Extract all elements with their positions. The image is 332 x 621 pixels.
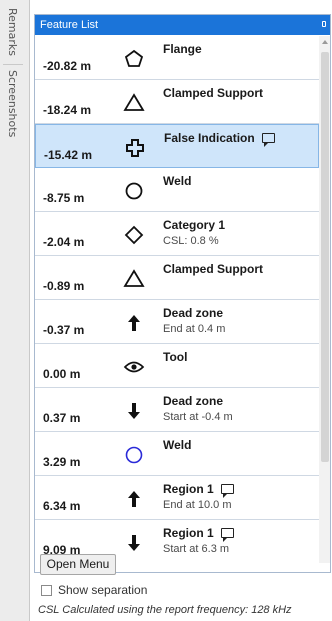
feature-position: -15.42 m bbox=[44, 148, 93, 162]
feature-title-text: Clamped Support bbox=[163, 86, 264, 100]
feature-position: -20.82 m bbox=[43, 59, 92, 73]
csl-note: CSL Calculated using the report frequenc… bbox=[38, 604, 292, 616]
feature-row[interactable]: 0.37 m Dead zone Start at -0.4 m bbox=[35, 388, 319, 432]
feature-row[interactable]: -2.04 m Category 1 CSL: 0.8 % bbox=[35, 212, 319, 256]
feature-title-text: Category 1 bbox=[163, 218, 226, 232]
panel-header: Feature List bbox=[35, 15, 330, 35]
feature-detail: CSL: 0.8 % bbox=[163, 235, 219, 247]
feature-row[interactable]: -15.42 m False Indication bbox=[35, 124, 319, 168]
arrow-down-icon bbox=[123, 533, 145, 553]
arrow-up-icon bbox=[123, 313, 145, 333]
feature-title-text: Region 1 bbox=[163, 482, 214, 496]
feature-list: -20.82 m Flange -18.24 m Clamped Support -15… bbox=[35, 36, 319, 563]
feature-title-text: False Indication bbox=[164, 131, 255, 145]
feature-title: Category 1 bbox=[163, 218, 225, 232]
feature-title: False Indication bbox=[164, 131, 275, 147]
feature-row[interactable]: 6.34 m Region 1 End at 10.0 m bbox=[35, 476, 319, 520]
side-tab-bar: Remarks Screenshots bbox=[0, 0, 30, 621]
feature-position: -8.75 m bbox=[43, 191, 85, 205]
feature-position: -18.24 m bbox=[43, 103, 92, 117]
feature-row[interactable]: -20.82 m Flange bbox=[35, 36, 319, 80]
feature-row[interactable]: -0.89 m Clamped Support bbox=[35, 256, 319, 300]
comment-icon[interactable] bbox=[220, 528, 234, 542]
feature-position: -0.37 m bbox=[43, 323, 85, 337]
feature-title: Dead zone bbox=[163, 394, 223, 408]
feature-position: 0.00 m bbox=[43, 367, 81, 381]
comment-icon[interactable] bbox=[261, 133, 275, 147]
feature-title: Dead zone bbox=[163, 306, 223, 320]
side-tab-divider bbox=[3, 64, 23, 65]
feature-position: 3.29 m bbox=[43, 455, 81, 469]
feature-title: Region 1 bbox=[163, 526, 234, 542]
feature-row[interactable]: -18.24 m Clamped Support bbox=[35, 80, 319, 124]
pin-icon[interactable] bbox=[322, 21, 326, 27]
circle-blue-icon bbox=[123, 445, 145, 465]
show-separation-checkbox[interactable] bbox=[41, 585, 52, 596]
diamond-icon bbox=[123, 225, 145, 245]
cross-icon bbox=[124, 138, 146, 158]
feature-title: Flange bbox=[163, 42, 202, 56]
feature-position: 6.34 m bbox=[43, 499, 81, 513]
panel-title: Feature List bbox=[40, 19, 99, 31]
feature-title-text: Dead zone bbox=[163, 394, 224, 408]
scroll-up-icon[interactable] bbox=[322, 40, 328, 44]
circle-icon bbox=[123, 181, 145, 201]
pentagon-icon bbox=[123, 49, 145, 69]
feature-detail: End at 10.0 m bbox=[163, 499, 232, 511]
feature-position: -2.04 m bbox=[43, 235, 85, 249]
feature-title: Tool bbox=[163, 350, 187, 364]
feature-row[interactable]: 0.00 m Tool bbox=[35, 344, 319, 388]
tab-screenshots[interactable]: Screenshots bbox=[6, 70, 19, 137]
feature-title-text: Region 1 bbox=[163, 526, 214, 540]
feature-row[interactable]: -0.37 m Dead zone End at 0.4 m bbox=[35, 300, 319, 344]
feature-title: Clamped Support bbox=[163, 262, 263, 276]
feature-title-text: Flange bbox=[163, 42, 202, 56]
feature-title-text: Weld bbox=[163, 438, 192, 452]
feature-list-panel: Feature List -20.82 m Flange -18.24 m Clamp… bbox=[34, 14, 331, 573]
arrow-up-icon bbox=[123, 489, 145, 509]
feature-title: Region 1 bbox=[163, 482, 234, 498]
feature-detail: End at 0.4 m bbox=[163, 323, 226, 335]
feature-row[interactable]: -8.75 m Weld bbox=[35, 168, 319, 212]
feature-row[interactable]: 3.29 m Weld bbox=[35, 432, 319, 476]
show-separation-label: Show separation bbox=[58, 583, 148, 597]
feature-title-text: Clamped Support bbox=[163, 262, 264, 276]
eye-icon bbox=[123, 357, 145, 377]
triangle-icon bbox=[123, 269, 145, 289]
feature-title-text: Dead zone bbox=[163, 306, 224, 320]
feature-title: Weld bbox=[163, 174, 191, 188]
feature-detail: Start at -0.4 m bbox=[163, 411, 233, 423]
scroll-thumb[interactable] bbox=[321, 52, 329, 462]
scrollbar[interactable] bbox=[319, 36, 330, 563]
tab-remarks[interactable]: Remarks bbox=[6, 8, 19, 56]
feature-title-text: Tool bbox=[163, 350, 188, 364]
triangle-icon bbox=[123, 93, 145, 113]
feature-position: -0.89 m bbox=[43, 279, 85, 293]
feature-position: 0.37 m bbox=[43, 411, 81, 425]
comment-icon[interactable] bbox=[220, 484, 234, 498]
feature-title-text: Weld bbox=[163, 174, 192, 188]
feature-detail: Start at 6.3 m bbox=[163, 543, 230, 555]
arrow-down-icon bbox=[123, 401, 145, 421]
open-menu-button[interactable]: Open Menu bbox=[40, 554, 116, 575]
feature-title: Clamped Support bbox=[163, 86, 263, 100]
feature-title: Weld bbox=[163, 438, 191, 452]
